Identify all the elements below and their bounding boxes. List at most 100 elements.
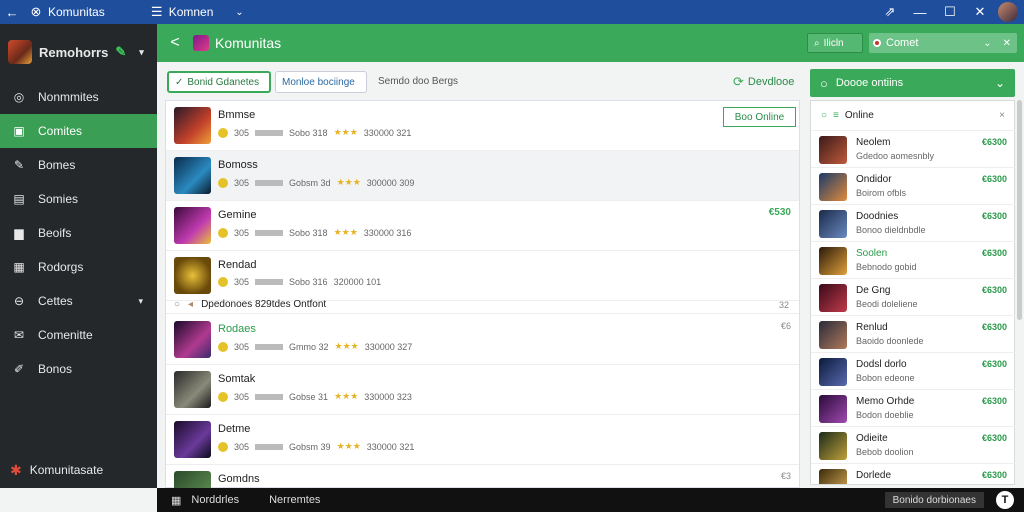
close-icon[interactable]: ✕ [968, 0, 992, 24]
chevron-down-icon[interactable]: ▾ [138, 296, 143, 307]
list-item[interactable]: Renlud Baoido doonlede €6300 [811, 316, 1015, 353]
item-meta: 305 Gobse 31 ★★★ 330000 323 [218, 391, 412, 402]
item-thumbnail [819, 247, 847, 275]
list-icon: ≡ [833, 110, 839, 121]
sidebar-item-4[interactable]: ▆ Beoifs [0, 216, 157, 250]
item-sub: Boirom ofbls [856, 188, 907, 198]
item-meta-b: Gobsm 39 [289, 441, 331, 452]
item-thumbnail [174, 107, 211, 144]
puzzle-icon: ✎ [13, 158, 25, 172]
list-item[interactable]: Odieite Bebob doolion €6300 [811, 427, 1015, 464]
filter-secondary[interactable]: Monloe bociinge [275, 71, 367, 93]
item-meta-c: 330000 321 [366, 441, 415, 452]
sidebar-item-3[interactable]: ▤ Somies [0, 182, 157, 216]
sidebar-item-5[interactable]: ▦ Rodorgs [0, 250, 157, 284]
list-item[interactable]: Rendad 305 Sobo 316 320000 101 [166, 251, 799, 301]
text-button[interactable]: T [996, 491, 1014, 509]
item-thumbnail [819, 395, 847, 423]
bottom-item-1[interactable]: Norddrles [191, 494, 239, 506]
list-item[interactable]: Somtak 305 Gobse 31 ★★★ 330000 323 [166, 365, 799, 415]
list-item[interactable]: Doodnies Bonoo dieldnbdle €6300 [811, 205, 1015, 242]
search-button[interactable]: ⌕ Ilicln [807, 33, 863, 53]
item-meta-c: 300000 309 [366, 177, 415, 188]
sync-label: Devdlooe [747, 76, 795, 88]
menu-icon[interactable]: ☰ [145, 0, 169, 24]
list-item[interactable]: Rodaes 305 Gmmo 32 ★★★ 330000 327 €6 [166, 315, 799, 365]
pin-icon: ✐ [13, 362, 25, 376]
status-dot-icon [873, 39, 881, 47]
circle-icon: ○ [820, 75, 828, 91]
list-item[interactable]: Memo Orhde Bodon doeblie €6300 [811, 390, 1015, 427]
sidebar-item-label: Bomes [38, 158, 76, 172]
rating-stars-icon: ★★★ [336, 177, 361, 187]
filter-combo[interactable]: Comet ⌄ ✕ [869, 33, 1017, 53]
item-meta: 305 Sobo 316 320000 101 [218, 277, 381, 287]
sidebar-item-label: Rodorgs [38, 260, 84, 274]
chevron-down-icon[interactable]: ⌄ [227, 0, 251, 24]
list-item[interactable]: Neolem Gdedoo aomesnbly €6300 [811, 131, 1015, 168]
mail-icon: ✉ [13, 328, 25, 342]
online-subheader: ○ ≡ Online × [811, 101, 1015, 131]
item-meta-a: 305 [234, 391, 250, 402]
online-panel-title: Doooe ontiins [835, 77, 904, 89]
hand-icon: ◂ [188, 299, 194, 310]
edit-icon[interactable]: ✎ [115, 44, 126, 60]
page-title: Komunitas [215, 35, 282, 51]
coin-icon [218, 341, 228, 352]
item-meta: 305 Sobo 318 ★★★ 330000 321 [218, 127, 411, 138]
chevron-down-icon[interactable]: ▾ [139, 47, 144, 58]
sidebar-item-label: Bonos [38, 362, 73, 376]
coin-icon [218, 391, 228, 402]
sidebar-item-1[interactable]: ▣ Comites [0, 114, 157, 148]
item-name: Memo Orhde [856, 396, 915, 407]
rating-stars-icon: ★★★ [336, 441, 361, 451]
list-item[interactable]: Detme 305 Gobsm 39 ★★★ 330000 321 [166, 415, 799, 465]
sidebar-user[interactable]: Remohorrs ✎ ▾ [0, 24, 157, 80]
community-logo-icon: ✱ [10, 461, 22, 478]
back-icon[interactable]: < [157, 34, 193, 52]
item-sub: Bebnodo gobid [856, 262, 917, 272]
minimize-icon[interactable]: — [908, 0, 932, 24]
item-meta-a: 305 [234, 127, 250, 138]
bottom-bar: ▦ Norddrles Nerremtes Bonido dorbionaes … [157, 488, 1024, 512]
sync-button[interactable]: ⟳ Devdlooe [733, 74, 794, 90]
chevron-down-icon[interactable]: ⌄ [983, 38, 991, 49]
list-item[interactable]: Soolen Bebnodo gobid €6300 [811, 242, 1015, 279]
list-item[interactable]: Gomdns €3 [166, 465, 799, 489]
filter-primary[interactable]: ✓ Bonid Gdanetes [167, 71, 271, 93]
list-item[interactable]: Bmmse 305 Sobo 318 ★★★ 330000 321 [166, 101, 799, 151]
item-price: €6300 [981, 174, 1007, 184]
item-price: €6300 [981, 396, 1007, 406]
bottom-item-2[interactable]: Nerremtes [269, 494, 320, 506]
sidebar-item-6[interactable]: ⊖ Cettes ▾ [0, 284, 157, 318]
sidebar-item-label: Somies [38, 192, 79, 206]
list-item[interactable]: De Gng Beodi doleliene €6300 [811, 279, 1015, 316]
sidebar-footer[interactable]: ✱ Komunitasate [0, 452, 157, 488]
user-avatar[interactable] [998, 2, 1018, 22]
maximize-icon[interactable]: ☐ [938, 0, 962, 24]
list-item[interactable]: Ondidor Boirom ofbls €6300 [811, 168, 1015, 205]
online-panel-header[interactable]: ○ Doooe ontiins ⌄ [810, 69, 1015, 97]
list-item[interactable]: Dodsl dorlo Bobon edeone €6300 [811, 353, 1015, 390]
app-logo-icon [193, 35, 209, 51]
sidebar-item-7[interactable]: ✉ Comenitte [0, 318, 157, 352]
document-icon: ▦ [171, 494, 182, 507]
chevron-down-icon[interactable]: ⌄ [995, 76, 1005, 90]
scrollbar[interactable] [1017, 100, 1022, 320]
filter-tertiary[interactable]: Semdo doo Bergs [378, 76, 458, 87]
item-thumbnail [819, 210, 847, 238]
list-item[interactable]: Dorlede €6300 [811, 464, 1015, 484]
item-list: Boo Online Bmmse 305 Sobo 318 ★★★ 330000 32… [165, 100, 800, 489]
item-thumbnail [174, 421, 211, 458]
sidebar-item-label: Comites [38, 124, 83, 138]
sidebar-item-2[interactable]: ✎ Bomes [0, 148, 157, 182]
close-icon[interactable]: × [999, 110, 1005, 121]
list-item[interactable]: Gemine 305 Sobo 318 ★★★ 330000 316 €530 [166, 201, 799, 251]
clear-icon[interactable]: ✕ [1003, 38, 1011, 49]
back-arrow-icon[interactable]: ← [0, 0, 24, 24]
pin-icon[interactable]: ⇗ [878, 0, 902, 24]
sidebar-item-0[interactable]: ◎ Nonmmites [0, 80, 157, 114]
sidebar-item-8[interactable]: ✐ Bonos [0, 352, 157, 386]
list-item[interactable]: Bomoss 305 Gobsm 3d ★★★ 300000 309 [166, 151, 799, 201]
item-meta-b: Sobo 318 [289, 227, 328, 238]
